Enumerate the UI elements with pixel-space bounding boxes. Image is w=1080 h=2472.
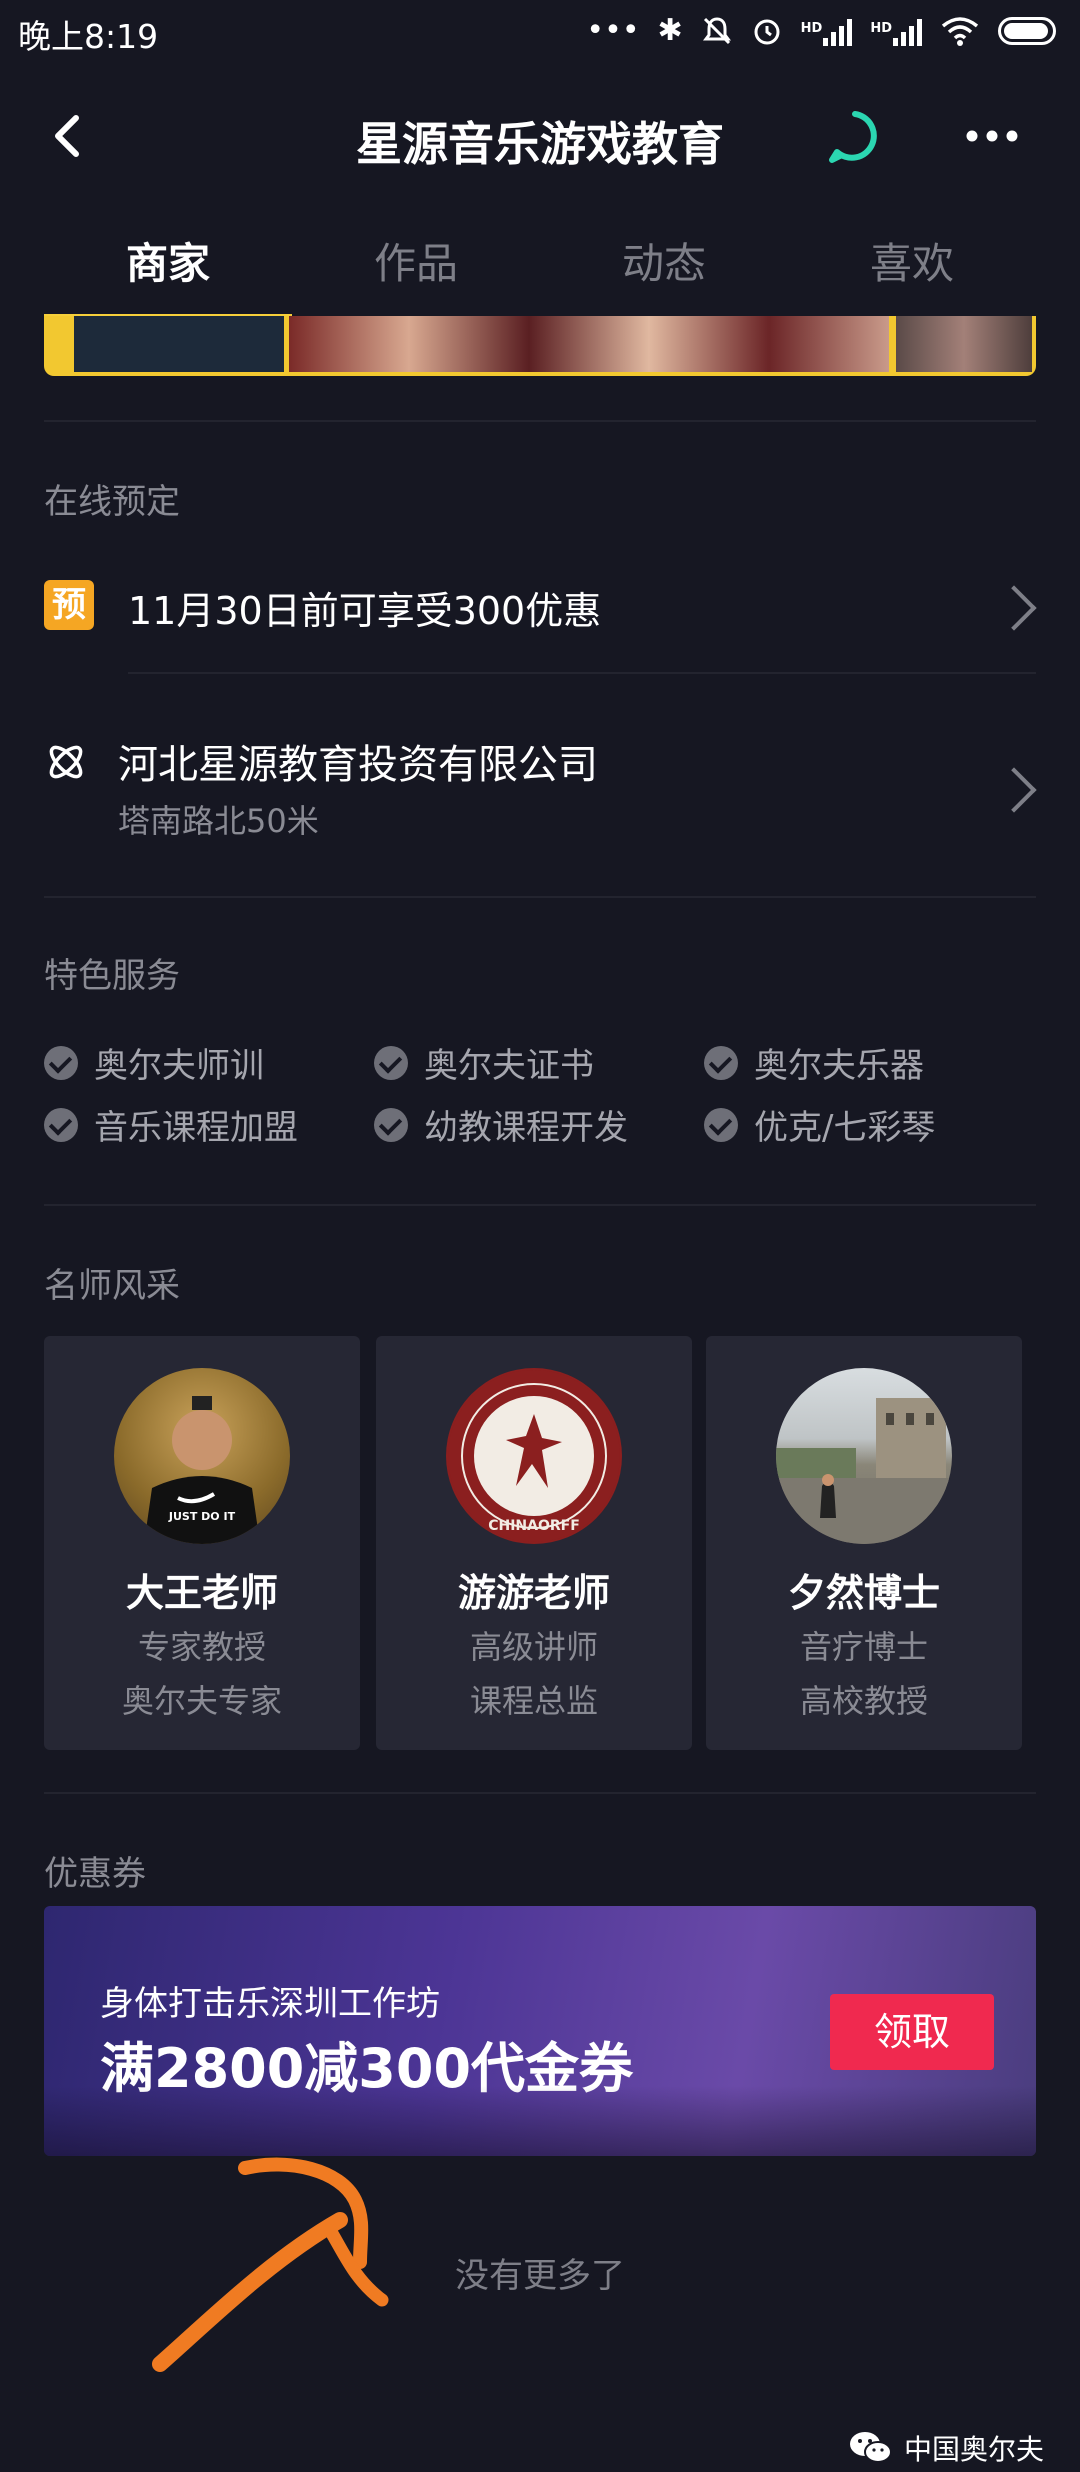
watermark: 中国奥尔夫: [848, 2428, 1044, 2468]
teacher-card[interactable]: CHINAORFF 游游老师 高级讲师 课程总监: [376, 1336, 692, 1750]
coupon-title: 满2800减300代金券: [100, 2037, 634, 2100]
chevron-right-icon: [991, 585, 1037, 631]
feature-item: 奥尔夫师训: [44, 1038, 264, 1087]
teacher-title: 音疗博士: [799, 1628, 928, 1666]
section-title-booking: 在线预定: [44, 482, 180, 522]
coupon-card[interactable]: 身体打击乐深圳工作坊 满2800减300代金券 领取: [44, 1906, 1036, 2156]
check-circle-icon: [704, 1045, 738, 1080]
teacher-title: 专家教授: [137, 1628, 266, 1666]
signal-hd-icon: HD: [870, 16, 922, 46]
status-icons: ••• ✱ HD HD: [586, 14, 1056, 48]
chevron-right-icon: [991, 767, 1037, 813]
nav-bar: 星源音乐游戏教育: [0, 66, 1080, 206]
section-title-features: 特色服务: [44, 956, 180, 996]
signal-hd-icon: HD: [801, 16, 853, 46]
check-circle-icon: [374, 1045, 408, 1080]
feature-item: 音乐课程加盟: [44, 1100, 298, 1149]
tab-likes[interactable]: 喜欢: [788, 230, 1036, 291]
alarm-icon: [754, 19, 780, 45]
section-title-coupon: 优惠券: [44, 1854, 146, 1894]
divider: [44, 896, 1036, 898]
company-name: 河北星源教育投资有限公司: [118, 742, 598, 788]
teacher-subtitle: 奥尔夫专家: [121, 1682, 282, 1720]
booking-badge: 预: [44, 580, 94, 630]
banner-photo: [289, 316, 889, 372]
section-title-teachers: 名师风采: [44, 1266, 180, 1306]
bluetooth-icon: ✱: [657, 13, 683, 48]
more-dots-icon: •••: [586, 13, 640, 48]
check-circle-icon: [44, 1107, 78, 1142]
teacher-subtitle: 课程总监: [469, 1682, 598, 1720]
tab-bar: 商家 作品 动态 喜欢: [0, 206, 1080, 324]
tab-merchant[interactable]: 商家: [44, 230, 292, 291]
booking-offer-text: 11月30日前可享受300优惠: [128, 589, 602, 633]
tab-updates[interactable]: 动态: [540, 230, 788, 291]
more-options-button[interactable]: [962, 114, 1022, 158]
status-time: 晚上8:19: [18, 17, 159, 56]
wifi-icon: [941, 17, 979, 46]
divider: [44, 420, 1036, 422]
avatar: [776, 1368, 952, 1544]
watermark-text: 中国奥尔夫: [903, 2433, 1044, 2466]
company-row[interactable]: 河北星源教育投资有限公司 塔南路北50米: [0, 726, 1080, 846]
divider: [44, 1792, 1036, 1794]
teacher-card[interactable]: JUST DO IT 大王老师 专家教授 奥尔夫专家: [44, 1336, 360, 1750]
feature-item: 幼教课程开发: [374, 1100, 628, 1149]
feature-item: 优克/七彩琴: [704, 1100, 935, 1149]
banner-photo: [896, 316, 1032, 372]
teacher-name: 夕然博士: [787, 1571, 940, 1615]
company-logo-icon: [49, 745, 83, 779]
teacher-title: 高级讲师: [469, 1628, 598, 1666]
status-bar: 晚上8:19 ••• ✱ HD HD: [0, 0, 1080, 66]
page-title: 星源音乐游戏教育: [356, 117, 724, 171]
company-address: 塔南路北50米: [118, 802, 319, 840]
check-circle-icon: [704, 1107, 738, 1142]
tab-works[interactable]: 作品: [292, 230, 540, 291]
booking-offer-row[interactable]: 预 11月30日前可享受300优惠: [0, 566, 1080, 646]
teacher-name: 大王老师: [125, 1571, 278, 1615]
svg-text:CHINAORFF: CHINAORFF: [488, 1518, 580, 1534]
divider: [128, 672, 1036, 674]
wechat-icon: [849, 2432, 892, 2463]
claim-coupon-button[interactable]: 领取: [830, 1994, 994, 2070]
battery-icon: [998, 17, 1056, 45]
mute-icon: [702, 17, 731, 45]
teacher-subtitle: 高校教授: [799, 1682, 928, 1720]
feature-item: 奥尔夫乐器: [704, 1038, 924, 1087]
divider: [44, 1204, 1036, 1206]
avatar: CHINAORFF: [446, 1368, 622, 1544]
merchant-banner-image[interactable]: [44, 316, 1036, 376]
check-circle-icon: [374, 1107, 408, 1142]
avatar: JUST DO IT: [114, 1368, 290, 1544]
check-circle-icon: [44, 1045, 78, 1080]
svg-text:JUST DO IT: JUST DO IT: [168, 1510, 236, 1523]
end-of-list-text: 没有更多了: [455, 2256, 625, 2296]
chat-bubble-icon[interactable]: [824, 106, 886, 168]
feature-item: 奥尔夫证书: [374, 1038, 594, 1087]
teacher-name: 游游老师: [457, 1571, 610, 1615]
teacher-card[interactable]: 夕然博士 音疗博士 高校教授: [706, 1336, 1022, 1750]
banner-photo: [74, 316, 284, 372]
coupon-subtitle: 身体打击乐深圳工作坊: [100, 1984, 440, 2024]
